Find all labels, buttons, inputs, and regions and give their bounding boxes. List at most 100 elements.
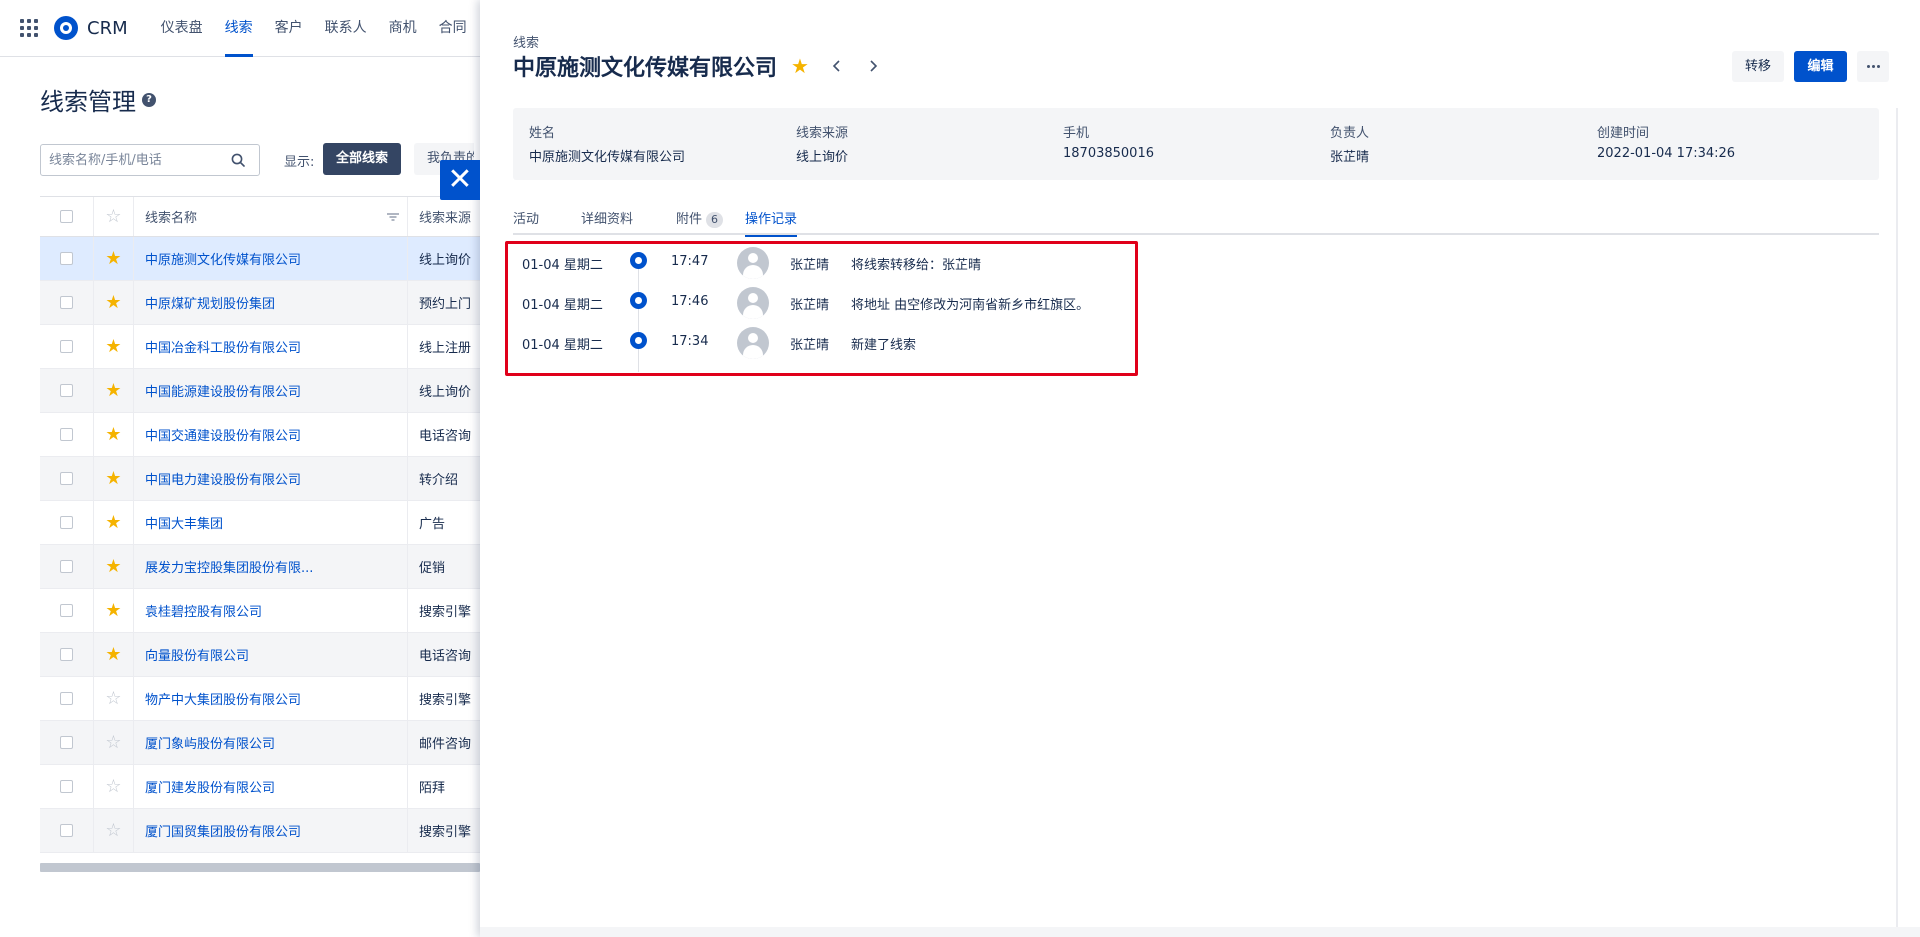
table-row[interactable]: ★ 展发力宝控股集团股份有限... 促销 [40,545,480,589]
row-star-cell: ★ [94,325,134,368]
table-row[interactable]: ★ 向量股份有限公司 电话咨询 [40,633,480,677]
lead-name-link[interactable]: 中国电力建设股份有限公司 [134,457,408,500]
lead-name-link[interactable]: 厦门象屿股份有限公司 [134,721,408,764]
row-checkbox[interactable] [60,692,73,705]
lead-name-link[interactable]: 中国大丰集团 [134,501,408,544]
horizontal-scrollbar[interactable] [40,863,480,872]
table-row[interactable]: ★ 中国能源建设股份有限公司 线上询价 [40,369,480,413]
star-icon[interactable]: ★ [105,557,121,576]
edit-button[interactable]: 编辑 [1794,51,1847,82]
nav-item-contracts[interactable]: 合同 [428,0,478,57]
star-icon[interactable]: ☆ [105,733,121,752]
star-icon[interactable]: ★ [105,645,121,664]
table-row[interactable]: ★ 中原煤矿规划股份集团 预约上门 [40,281,480,325]
tab-operation-log[interactable]: 操作记录 [745,208,798,237]
lead-name-link[interactable]: 向量股份有限公司 [134,633,408,676]
row-checkbox[interactable] [60,296,73,309]
info-label: 创建时间 [1597,126,1650,141]
table-row[interactable]: ★ 中国冶金科工股份有限公司 线上注册 [40,325,480,369]
star-icon[interactable]: ★ [105,469,121,488]
tab-details[interactable]: 详细资料 [581,208,633,235]
table-row[interactable]: ☆ 物产中大集团股份有限公司 搜索引擎 [40,677,480,721]
table-row[interactable]: ★ 中国大丰集团 广告 [40,501,480,545]
favorite-star-icon[interactable]: ★ [791,54,809,78]
row-star-cell: ★ [94,457,134,500]
help-icon[interactable]: ? [142,92,156,107]
search-icon[interactable] [231,153,245,167]
table-row[interactable]: ☆ 厦门国贸集团股份有限公司 搜索引擎 [40,809,480,853]
close-drawer-button[interactable]: ✕ [440,160,480,200]
lead-name-link[interactable]: 中国交通建设股份有限公司 [134,413,408,456]
table-row[interactable]: ★ 袁桂碧控股有限公司 搜索引擎 [40,589,480,633]
breadcrumb[interactable]: 线索 [513,32,539,51]
row-checkbox[interactable] [60,560,73,573]
lead-name-link[interactable]: 中国能源建设股份有限公司 [134,369,408,412]
row-checkbox-cell [40,457,94,500]
table-row[interactable]: ☆ 厦门建发股份有限公司 陌拜 [40,765,480,809]
nav-item-dashboard[interactable]: 仪表盘 [150,0,214,57]
nav-item-leads[interactable]: 线索 [214,0,264,57]
info-value: 2022-01-04 17:34:26 [1597,146,1736,161]
app-switcher-icon[interactable] [20,19,38,37]
transfer-button[interactable]: 转移 [1732,51,1784,82]
lead-name-link[interactable]: 中国冶金科工股份有限公司 [134,325,408,368]
star-icon[interactable]: ★ [105,381,121,400]
lead-name-link[interactable]: 袁桂碧控股有限公司 [134,589,408,632]
table-row[interactable]: ★ 中原施测文化传媒有限公司 线上询价 [40,237,480,281]
row-checkbox-cell [40,501,94,544]
table-row[interactable]: ☆ 厦门象屿股份有限公司 邮件咨询 [40,721,480,765]
nav-item-opportunities[interactable]: 商机 [378,0,428,57]
more-actions-icon[interactable] [1857,51,1889,82]
row-checkbox[interactable] [60,340,73,353]
column-header-name[interactable]: 线索名称 [134,197,408,236]
row-checkbox[interactable] [60,648,73,661]
row-checkbox[interactable] [60,604,73,617]
select-all-checkbox[interactable] [60,210,73,223]
row-checkbox[interactable] [60,516,73,529]
close-icon: ✕ [447,162,473,197]
next-record-icon[interactable] [867,59,879,73]
star-icon[interactable]: ☆ [105,777,121,796]
row-star-cell: ☆ [94,721,134,764]
star-icon[interactable]: ★ [105,601,121,620]
lead-name-link[interactable]: 物产中大集团股份有限公司 [134,677,408,720]
row-checkbox[interactable] [60,824,73,837]
lead-name-link[interactable]: 厦门建发股份有限公司 [134,765,408,808]
column-header-source[interactable]: 线索来源 [408,197,480,236]
star-icon[interactable]: ★ [105,337,121,356]
star-icon[interactable]: ★ [105,425,121,444]
attachment-count-badge: 6 [706,212,724,228]
previous-record-icon[interactable] [831,59,843,73]
star-icon[interactable]: ☆ [105,821,121,840]
star-icon[interactable]: ★ [105,249,121,268]
star-icon[interactable]: ★ [105,513,121,532]
table-row[interactable]: ★ 中国电力建设股份有限公司 转介绍 [40,457,480,501]
lead-name-link[interactable]: 中原煤矿规划股份集团 [134,281,408,324]
table-row[interactable]: ★ 中国交通建设股份有限公司 电话咨询 [40,413,480,457]
star-icon[interactable]: ★ [105,293,121,312]
filter-all-leads-button[interactable]: 全部线索 [323,143,402,175]
nav-item-customers[interactable]: 客户 [264,0,314,57]
nav-item-contacts[interactable]: 联系人 [314,0,378,57]
show-label: 显示: [284,155,315,170]
row-checkbox[interactable] [60,780,73,793]
lead-name-link[interactable]: 厦门国贸集团股份有限公司 [134,809,408,852]
row-checkbox[interactable] [60,252,73,265]
tab-activity[interactable]: 活动 [513,208,539,235]
row-checkbox[interactable] [60,736,73,749]
search-input[interactable] [41,145,221,175]
filter-icon[interactable] [387,212,399,221]
page-title: 线索管理 [40,88,136,116]
main-nav: 仪表盘 线索 客户 联系人 商机 合同 [150,0,478,57]
row-checkbox[interactable] [60,384,73,397]
row-checkbox[interactable] [60,472,73,485]
lead-name-link[interactable]: 展发力宝控股集团股份有限... [134,545,408,588]
page-title-row: 线索管理 ? [40,82,156,117]
lead-source: 促销 [419,561,446,576]
record-title: 中原施测文化传媒有限公司 [513,56,778,81]
tab-attachments[interactable]: 附件 6 [676,208,724,235]
star-icon[interactable]: ☆ [105,689,121,708]
row-checkbox[interactable] [60,428,73,441]
lead-name-link[interactable]: 中原施测文化传媒有限公司 [134,237,408,280]
row-star-cell: ★ [94,281,134,324]
